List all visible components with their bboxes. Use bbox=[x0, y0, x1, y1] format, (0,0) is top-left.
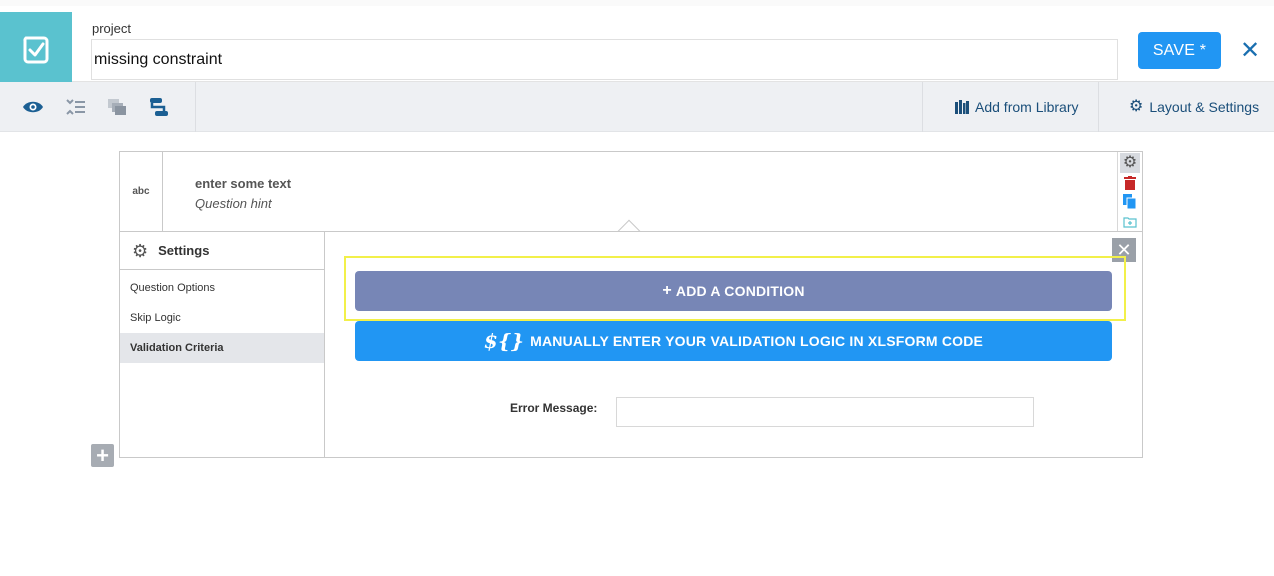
layout-settings-label: Layout & Settings bbox=[1149, 99, 1260, 115]
add-condition-label: ADD A CONDITION bbox=[675, 283, 805, 299]
menu-question-options[interactable]: Question Options bbox=[120, 273, 324, 303]
group-icon[interactable] bbox=[106, 96, 128, 118]
layout-settings-button[interactable]: ⚙ Layout & Settings bbox=[1129, 82, 1259, 132]
add-question-button[interactable]: + bbox=[91, 442, 114, 468]
trash-icon[interactable] bbox=[1120, 174, 1140, 192]
project-label: project bbox=[92, 21, 132, 36]
add-from-library-button[interactable]: Add from Library bbox=[955, 82, 1078, 132]
gear-icon: ⚙ bbox=[1129, 98, 1144, 115]
toolbar: Add from Library ⚙ Layout & Settings bbox=[0, 82, 1274, 132]
library-icon bbox=[955, 100, 969, 114]
plus-icon: + bbox=[662, 282, 672, 299]
error-message-label: Error Message: bbox=[510, 401, 598, 415]
project-name-input[interactable]: missing constraint bbox=[91, 39, 1118, 80]
skip-logic-icon[interactable] bbox=[148, 96, 170, 118]
toolbar-divider bbox=[1098, 82, 1099, 132]
code-braces-icon: ${} bbox=[483, 329, 525, 353]
menu-skip-logic[interactable]: Skip Logic bbox=[120, 303, 324, 333]
question-card[interactable]: abc enter some text Question hint ⚙ bbox=[119, 151, 1143, 232]
question-hint[interactable]: Question hint bbox=[195, 196, 272, 211]
plus-icon: + bbox=[96, 442, 109, 468]
manual-validation-label: MANUALLY ENTER YOUR VALIDATION LOGIC IN … bbox=[530, 333, 984, 349]
question-label[interactable]: enter some text bbox=[195, 176, 291, 191]
eye-icon[interactable] bbox=[22, 96, 44, 118]
menu-validation-criteria[interactable]: Validation Criteria bbox=[120, 333, 324, 363]
question-type-badge: abc bbox=[120, 152, 163, 231]
toolbar-divider bbox=[922, 82, 923, 132]
settings-header: ⚙ Settings bbox=[120, 232, 324, 270]
error-message-input[interactable] bbox=[616, 397, 1034, 427]
form-check-icon bbox=[23, 36, 49, 64]
settings-title: Settings bbox=[158, 243, 210, 258]
duplicate-icon[interactable] bbox=[1120, 193, 1140, 211]
header: project missing constraint SAVE * ✕ bbox=[0, 0, 1274, 88]
app-logo[interactable] bbox=[0, 12, 72, 88]
add-condition-button[interactable]: + ADD A CONDITION bbox=[355, 271, 1112, 311]
add-from-library-label: Add from Library bbox=[975, 99, 1079, 115]
settings-gear-icon[interactable]: ⚙ bbox=[1120, 153, 1140, 173]
close-icon[interactable]: ✕ bbox=[1238, 36, 1262, 64]
gear-icon: ⚙ bbox=[132, 240, 149, 261]
settings-sidebar: ⚙ Settings Question Options Skip Logic V… bbox=[120, 232, 325, 457]
collapse-icon[interactable] bbox=[64, 96, 86, 118]
folder-add-icon[interactable] bbox=[1120, 213, 1140, 231]
manual-validation-button[interactable]: ${} MANUALLY ENTER YOUR VALIDATION LOGIC… bbox=[355, 321, 1112, 361]
toolbar-divider bbox=[195, 82, 196, 132]
question-actions: ⚙ bbox=[1117, 152, 1142, 231]
save-button[interactable]: SAVE * bbox=[1138, 32, 1221, 69]
